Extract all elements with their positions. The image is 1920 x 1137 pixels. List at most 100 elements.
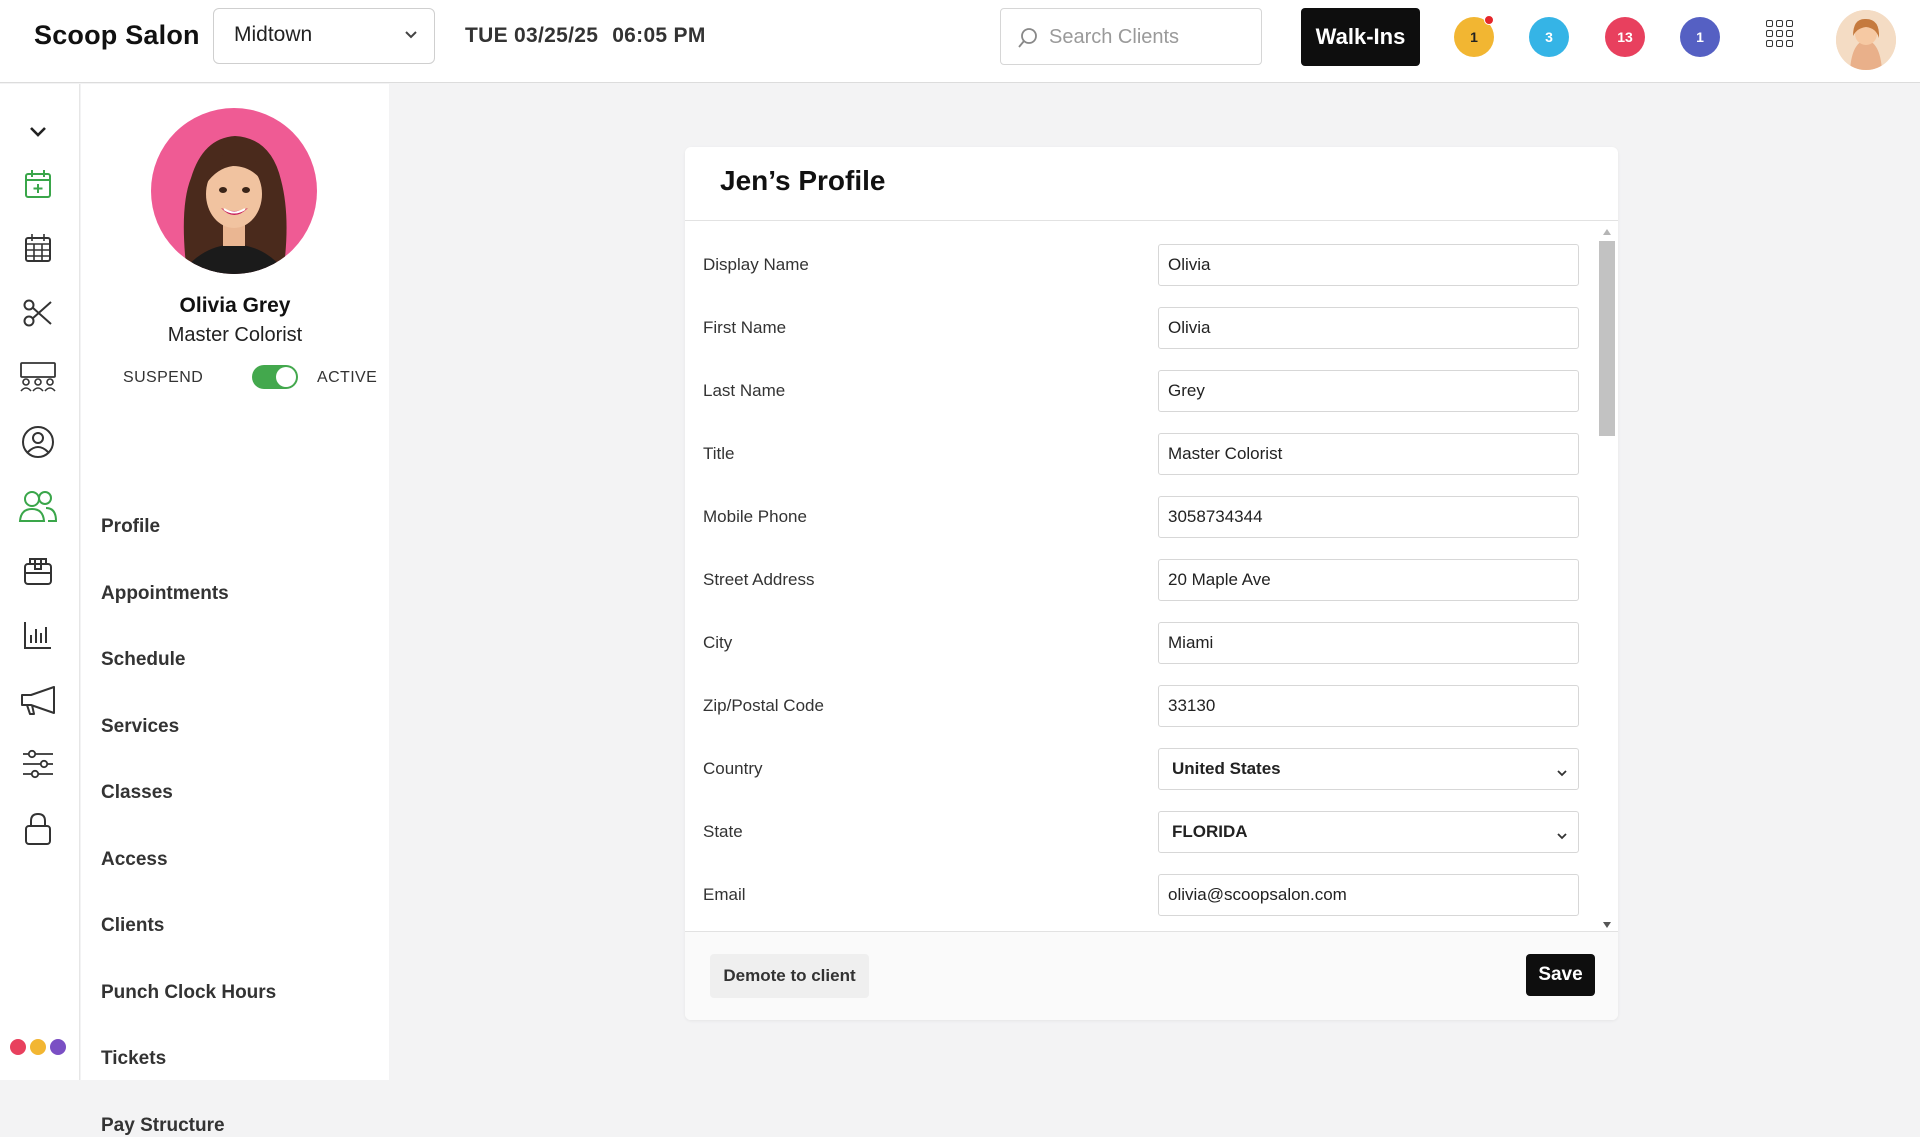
text-field[interactable] bbox=[1158, 496, 1579, 538]
active-label: ACTIVE bbox=[317, 369, 378, 386]
field-input[interactable] bbox=[1159, 560, 1578, 600]
scissors-icon[interactable] bbox=[18, 293, 58, 333]
scroll-up-icon[interactable] bbox=[1603, 229, 1611, 235]
staff-side-panel: Olivia Grey Master Colorist SUSPEND ACTI… bbox=[81, 84, 389, 1136]
notification-badge[interactable]: 13 bbox=[1605, 17, 1645, 57]
search-box[interactable] bbox=[1000, 8, 1262, 65]
select-field[interactable]: United States bbox=[1158, 748, 1579, 790]
form-row: City bbox=[685, 622, 1585, 664]
form-scrollbar[interactable] bbox=[1599, 227, 1615, 930]
profile-menu-item[interactable]: Schedule bbox=[101, 649, 361, 671]
card-footer: Demote to client Save bbox=[685, 931, 1618, 1020]
select-value: United States bbox=[1172, 759, 1281, 778]
profile-menu-item[interactable]: Appointments bbox=[101, 583, 361, 605]
text-field[interactable] bbox=[1158, 433, 1579, 475]
form-row: Last Name bbox=[685, 370, 1585, 412]
profile-menu-item[interactable]: Services bbox=[101, 716, 361, 738]
field-label: Title bbox=[703, 444, 735, 463]
field-label: Mobile Phone bbox=[703, 507, 807, 526]
text-field[interactable] bbox=[1158, 370, 1579, 412]
profile-card: Jen’s Profile Display Name First Name Last… bbox=[685, 147, 1618, 1020]
profile-menu-item[interactable]: Tickets bbox=[101, 1048, 361, 1070]
search-icon bbox=[1018, 28, 1037, 48]
search-input[interactable] bbox=[1049, 21, 1249, 53]
text-field[interactable] bbox=[1158, 307, 1579, 349]
current-date: TUE 03/25/25 bbox=[465, 24, 599, 47]
icon-rail bbox=[0, 84, 80, 1080]
profile-menu-item[interactable]: Access bbox=[101, 849, 361, 871]
field-label: Display Name bbox=[703, 255, 809, 274]
badge-count: 3 bbox=[1545, 29, 1553, 45]
notification-badge[interactable]: 1 bbox=[1454, 15, 1494, 57]
location-select[interactable]: Midtown bbox=[213, 8, 435, 64]
text-field[interactable] bbox=[1158, 685, 1579, 727]
field-label: City bbox=[703, 633, 733, 652]
notification-badge[interactable]: 3 bbox=[1529, 17, 1569, 57]
user-avatar[interactable] bbox=[1836, 10, 1896, 70]
card-title: Jen’s Profile bbox=[720, 165, 886, 196]
staff-icon[interactable] bbox=[18, 486, 58, 526]
staff-photo bbox=[151, 108, 317, 274]
text-field[interactable] bbox=[1158, 244, 1579, 286]
save-button[interactable]: Save bbox=[1526, 954, 1595, 996]
form-row: Email bbox=[685, 874, 1585, 916]
team-meeting-icon[interactable] bbox=[18, 357, 58, 397]
walk-ins-button[interactable]: Walk-Ins bbox=[1301, 8, 1420, 66]
app-dots[interactable] bbox=[10, 1039, 66, 1055]
form-row: Title bbox=[685, 433, 1585, 475]
lock-icon[interactable] bbox=[18, 809, 58, 849]
form-row: Street Address bbox=[685, 559, 1585, 601]
profile-form: Display Name First Name Last Name Title Mobi… bbox=[685, 221, 1618, 931]
field-input[interactable] bbox=[1159, 371, 1578, 411]
profile-menu-item[interactable]: Profile bbox=[101, 516, 361, 538]
demote-to-client-button[interactable]: Demote to client bbox=[710, 954, 869, 998]
calendar-grid-icon[interactable] bbox=[18, 228, 58, 268]
sliders-icon[interactable] bbox=[18, 744, 58, 784]
chevron-down-icon bbox=[1556, 764, 1568, 782]
select-field[interactable]: FLORIDA bbox=[1158, 811, 1579, 853]
profile-menu-item[interactable]: Clients bbox=[101, 915, 361, 937]
field-input[interactable] bbox=[1159, 623, 1578, 663]
notification-badge[interactable]: 1 bbox=[1680, 17, 1720, 57]
form-row: Zip/Postal Code bbox=[685, 685, 1585, 727]
suspend-label: SUSPEND bbox=[123, 369, 204, 386]
color-dot bbox=[50, 1039, 66, 1055]
form-row: Country United States bbox=[685, 748, 1585, 790]
color-dot bbox=[30, 1039, 46, 1055]
text-field[interactable] bbox=[1158, 559, 1579, 601]
form-row: First Name bbox=[685, 307, 1585, 349]
scrollbar-thumb[interactable] bbox=[1599, 241, 1615, 436]
text-field[interactable] bbox=[1158, 622, 1579, 664]
alert-dot bbox=[1484, 15, 1494, 25]
field-input[interactable] bbox=[1159, 497, 1578, 537]
badge-count: 13 bbox=[1617, 29, 1633, 45]
calendar-add-icon[interactable] bbox=[18, 164, 58, 204]
active-toggle[interactable] bbox=[252, 365, 298, 389]
form-row: Display Name bbox=[685, 244, 1585, 286]
chevron-down-icon[interactable] bbox=[18, 112, 58, 152]
current-time: 06:05 PM bbox=[612, 24, 706, 47]
staff-title: Master Colorist bbox=[167, 324, 303, 346]
staff-name: Olivia Grey bbox=[179, 294, 291, 317]
profile-menu-item[interactable]: Classes bbox=[101, 782, 361, 804]
bar-chart-icon[interactable] bbox=[18, 615, 58, 655]
scroll-down-icon[interactable] bbox=[1603, 922, 1611, 928]
field-input[interactable] bbox=[1159, 434, 1578, 474]
color-dot bbox=[10, 1039, 26, 1055]
field-input[interactable] bbox=[1159, 308, 1578, 348]
form-row: Mobile Phone bbox=[685, 496, 1585, 538]
megaphone-icon[interactable] bbox=[18, 680, 58, 720]
profile-menu-item[interactable]: Pay Structure bbox=[101, 1115, 361, 1137]
profile-menu-item[interactable]: Punch Clock Hours bbox=[101, 982, 361, 1004]
text-field[interactable] bbox=[1158, 874, 1579, 916]
badge-count: 1 bbox=[1696, 29, 1704, 45]
field-input[interactable] bbox=[1159, 245, 1578, 285]
register-icon[interactable] bbox=[18, 551, 58, 591]
chevron-down-icon bbox=[405, 31, 417, 39]
field-input[interactable] bbox=[1159, 686, 1578, 726]
field-label: Zip/Postal Code bbox=[703, 696, 824, 715]
field-input[interactable] bbox=[1159, 875, 1578, 915]
form-row: State FLORIDA bbox=[685, 811, 1585, 853]
apps-grid-icon[interactable] bbox=[1766, 20, 1793, 47]
user-circle-icon[interactable] bbox=[18, 422, 58, 462]
